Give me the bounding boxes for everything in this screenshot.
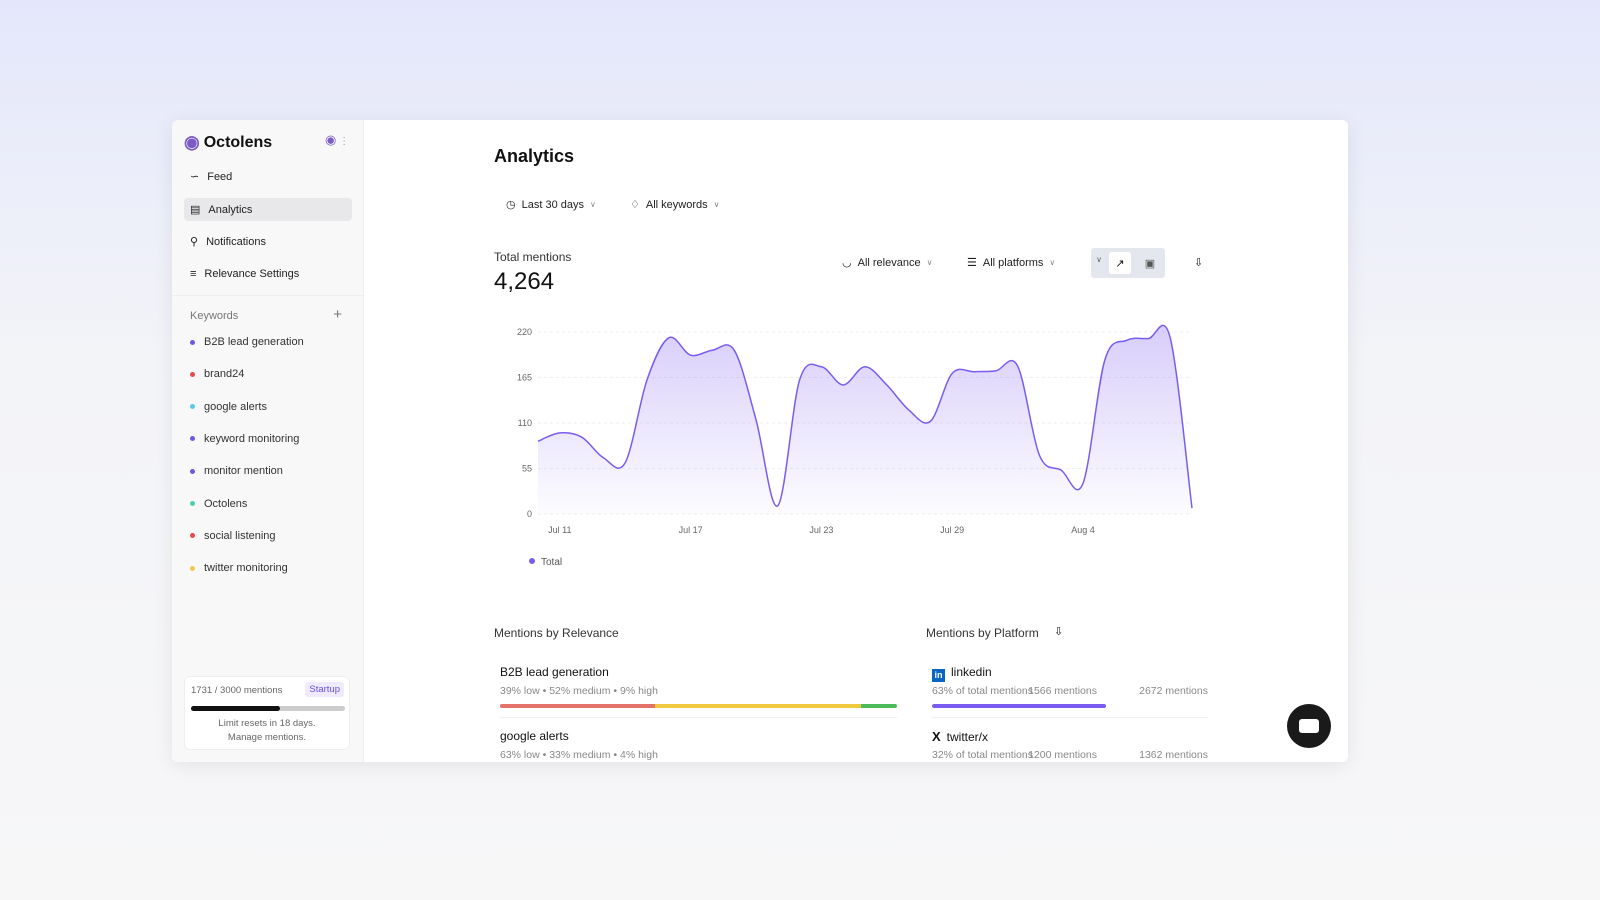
- x-tick-label: Jul 23: [809, 525, 833, 535]
- logo[interactable]: ◉ Octolens: [184, 132, 272, 153]
- main-content: Analytics ◷ Last 30 days ∨ ♢ All keywords ∨ …: [364, 120, 1348, 762]
- keyword-color-dot: [190, 501, 195, 506]
- usage-progress: [191, 706, 345, 711]
- divider: [172, 295, 364, 296]
- keywords-header: Keywords +: [190, 306, 342, 323]
- account-menu-button[interactable]: ◉ ⋮: [325, 132, 349, 148]
- sidebar-item-notifications[interactable]: ⚲ Notifications: [184, 230, 352, 253]
- add-keyword-icon[interactable]: +: [333, 307, 342, 322]
- keyword-item[interactable]: monitor mention: [190, 465, 283, 477]
- sidebar: ◉ Octolens ◉ ⋮ ∽ Feed ▤ Analytics ⚲ Notifica…: [172, 120, 364, 762]
- y-tick-label: 0: [527, 509, 532, 519]
- sidebar-item-analytics[interactable]: ▤ Analytics: [184, 198, 352, 221]
- chat-button[interactable]: [1287, 704, 1331, 748]
- keyword-color-dot: [190, 436, 195, 442]
- keyword-item[interactable]: Octolens: [190, 498, 247, 510]
- bell-icon: ⚲: [190, 236, 199, 248]
- rss-icon: ∽: [190, 171, 200, 183]
- app-window: ◉ Octolens ◉ ⋮ ∽ Feed ▤ Analytics ⚲ Notifica…: [172, 120, 1348, 762]
- keyword-color-dot: [190, 468, 195, 474]
- linkedin-icon: in: [932, 669, 945, 682]
- x-tick-label: Jul 17: [679, 525, 703, 535]
- octopus-icon: ◉: [184, 132, 200, 152]
- sidebar-item-feed[interactable]: ∽ Feed: [184, 165, 352, 188]
- y-tick-label: 55: [522, 464, 532, 474]
- keyword-color-dot: [190, 404, 195, 410]
- plan-badge: Startup: [305, 682, 344, 697]
- mentions-chart: 0 55 110 165 220 Jul 11 Jul 17 Jul 23 Jul 29 Aug …: [517, 324, 1193, 568]
- keyword-item[interactable]: B2B lead generation: [190, 336, 304, 348]
- manage-mentions-link[interactable]: Manage mentions.: [185, 732, 349, 743]
- sliders-icon: ≡: [190, 267, 197, 280]
- chat-icon: [1299, 719, 1319, 733]
- download-icon[interactable]: ⇩: [1194, 256, 1203, 269]
- x-tick-label: Jul 11: [548, 525, 571, 535]
- x-icon: X: [932, 729, 941, 744]
- keyword-item[interactable]: google alerts: [190, 401, 267, 413]
- y-tick-label: 165: [517, 373, 532, 383]
- x-tick-label: Aug 4: [1071, 525, 1095, 535]
- x-tick-label: Jul 29: [940, 525, 964, 535]
- keyword-item[interactable]: twitter monitoring: [190, 562, 288, 574]
- keyword-color-dot: [190, 533, 195, 539]
- keyword-color-dot: [190, 565, 195, 571]
- keyword-color-dot: [190, 339, 195, 345]
- keyword-item[interactable]: keyword monitoring: [190, 433, 299, 445]
- usage-card: 1731 / 3000 mentions Startup Limit reset…: [184, 676, 350, 750]
- legend-label[interactable]: Total: [541, 557, 562, 568]
- keyword-color-dot: [190, 371, 195, 377]
- bar-chart-icon: ▤: [190, 204, 201, 216]
- sidebar-item-relevance-settings[interactable]: ≡ Relevance Settings: [184, 262, 352, 285]
- keyword-item[interactable]: social listening: [190, 530, 276, 542]
- y-tick-label: 110: [518, 418, 532, 428]
- download-icon[interactable]: ⇩: [1054, 625, 1063, 638]
- y-tick-label: 220: [517, 327, 532, 337]
- legend-swatch: [529, 558, 535, 564]
- keyword-item[interactable]: brand24: [190, 368, 244, 380]
- platform-bar: [932, 704, 1208, 708]
- relevance-bar: [500, 704, 897, 708]
